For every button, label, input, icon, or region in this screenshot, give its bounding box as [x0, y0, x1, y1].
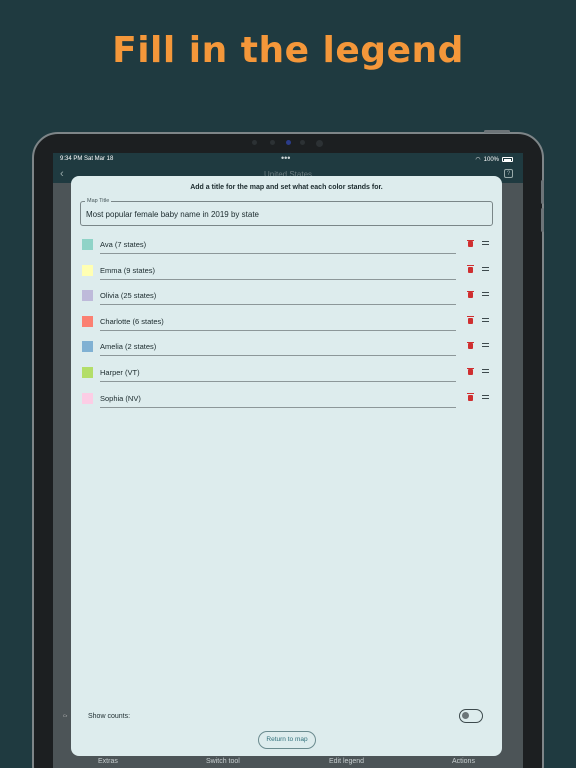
legend-row: Charlotte (6 states): [71, 314, 502, 334]
color-swatch[interactable]: [82, 264, 93, 276]
legend-row: Olivia (25 states): [71, 288, 502, 308]
status-time: 9:34 PM Sat Mar 18: [60, 156, 114, 162]
drag-handle-icon[interactable]: [482, 241, 489, 245]
trash-icon[interactable]: [467, 316, 474, 324]
color-swatch[interactable]: [82, 290, 93, 302]
show-counts-label: Show counts:: [88, 713, 131, 720]
status-bar: 9:34 PM Sat Mar 18 ••• ◠ 100%: [53, 153, 523, 167]
trash-icon[interactable]: [467, 290, 474, 299]
drag-handle-icon[interactable]: [482, 369, 489, 373]
camera-dot: [252, 140, 257, 145]
wifi-icon: ◠: [475, 157, 481, 163]
side-button-lower: [541, 208, 544, 232]
drag-handle-icon[interactable]: [482, 394, 489, 399]
trash-icon[interactable]: [467, 341, 474, 350]
legend-label-input[interactable]: Amelia (2 states): [100, 342, 456, 357]
color-swatch[interactable]: [82, 341, 93, 353]
legend-label-input[interactable]: Sophia (NV): [100, 394, 456, 408]
toolbar-edit-legend[interactable]: Edit legend: [329, 758, 364, 765]
volume-button: [484, 130, 510, 133]
legend-label-input[interactable]: Harper (VT): [100, 368, 456, 382]
toolbar-switch-tool[interactable]: Switch tool: [206, 758, 240, 765]
background-label: Cr: [63, 713, 68, 718]
legend-label-input[interactable]: Ava (7 states): [100, 240, 456, 254]
drag-handle-icon[interactable]: [482, 292, 489, 297]
status-right: ◠ 100%: [475, 156, 513, 163]
toolbar-actions[interactable]: Actions: [452, 758, 475, 765]
map-title-input[interactable]: Most popular female baby name in 2019 by…: [86, 210, 259, 219]
camera-dot: [316, 140, 323, 147]
trash-icon[interactable]: [467, 367, 474, 375]
toolbar-extras[interactable]: Extras: [98, 758, 118, 765]
trash-icon[interactable]: [467, 239, 474, 247]
legend-row: Sophia (NV): [71, 391, 502, 411]
drag-handle-icon[interactable]: [482, 317, 489, 322]
color-swatch[interactable]: [82, 392, 93, 404]
legend-row: Amelia (2 states): [71, 339, 502, 359]
camera-lens: [286, 140, 291, 145]
map-title-field[interactable]: Map Title Most popular female baby name …: [80, 198, 493, 226]
legend-row: Ava (7 states): [71, 237, 502, 257]
toggle-knob: [462, 712, 469, 719]
color-swatch[interactable]: [82, 315, 93, 327]
drag-handle-icon[interactable]: [482, 343, 489, 348]
battery-icon: [502, 157, 513, 162]
legend-modal: Add a title for the map and set what eac…: [71, 176, 502, 756]
battery-percent: 100%: [483, 156, 499, 163]
legend-row: Harper (VT): [71, 365, 502, 385]
camera-dot: [300, 140, 305, 145]
color-swatch[interactable]: [82, 367, 93, 378]
headline: Fill in the legend: [112, 30, 464, 71]
trash-icon[interactable]: [467, 393, 474, 401]
color-swatch[interactable]: [82, 239, 93, 250]
show-counts-toggle[interactable]: [459, 709, 483, 723]
modal-heading: Add a title for the map and set what eac…: [190, 184, 383, 191]
side-button-upper: [541, 180, 544, 204]
trash-icon[interactable]: [467, 265, 474, 273]
help-icon[interactable]: ?: [504, 169, 513, 178]
multitask-dots[interactable]: •••: [281, 153, 290, 163]
legend-row: Emma (9 states): [71, 263, 502, 283]
map-title-label: Map Title: [85, 198, 112, 204]
return-to-map-button[interactable]: Return to map: [258, 731, 316, 749]
drag-handle-icon[interactable]: [482, 266, 489, 271]
legend-label-input[interactable]: Charlotte (6 states): [100, 317, 456, 331]
camera-dot: [270, 140, 275, 145]
legend-label-input[interactable]: Olivia (25 states): [100, 291, 456, 306]
legend-label-input[interactable]: Emma (9 states): [100, 266, 456, 280]
